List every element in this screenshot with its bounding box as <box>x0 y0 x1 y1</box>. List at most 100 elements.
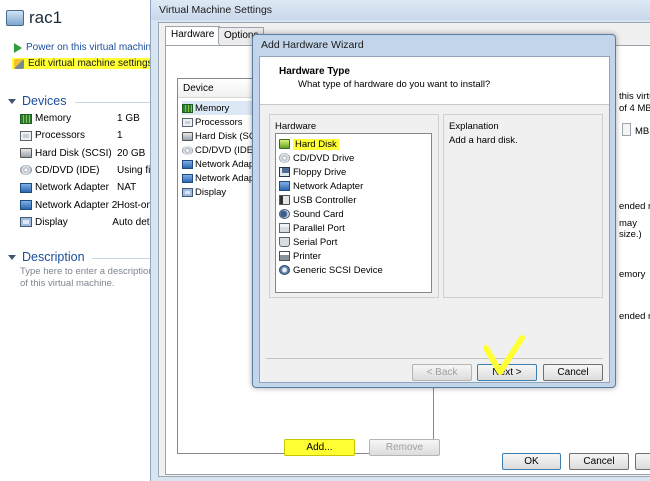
memory-icon <box>182 103 193 113</box>
add-hardware-wizard: Add Hardware Wizard Hardware Type What t… <box>252 34 616 388</box>
cd-dvd-icon <box>20 165 32 176</box>
device-name: Memory <box>35 113 72 124</box>
fragment-text: MB <box>635 126 650 137</box>
devices-section-toggle[interactable]: Devices <box>8 94 66 108</box>
fragment-text: ended me <box>619 201 650 212</box>
device-value: 1 GB <box>117 113 140 124</box>
hardware-item-label: Generic SCSI Device <box>293 264 383 276</box>
edit-settings-command[interactable]: Edit virtual machine settings <box>12 58 155 69</box>
device-row[interactable]: Network Adapter NAT <box>20 179 160 196</box>
fragment-text: of 4 MB <box>619 103 650 114</box>
settings-cancel-label: Cancel <box>583 456 615 467</box>
device-row[interactable]: Processors 1 <box>20 127 160 144</box>
network-icon <box>20 200 32 210</box>
hardware-item[interactable]: CD/DVD Drive <box>279 151 357 165</box>
help-button[interactable] <box>635 453 650 470</box>
device-row[interactable]: Hard Disk (SCSI) 20 GB <box>20 145 160 162</box>
tab-hardware[interactable]: Hardware <box>165 26 221 45</box>
device-row[interactable]: Memory 1 GB <box>20 110 160 127</box>
hardware-item[interactable]: Serial Port <box>279 235 340 249</box>
hardware-type-list[interactable]: Hard Disk CD/DVD Drive Floppy Drive Network… <box>275 133 432 293</box>
size-spinner[interactable] <box>622 123 631 136</box>
collapse-triangle-icon <box>8 254 16 260</box>
back-button-label: < Back <box>426 367 458 378</box>
network-icon <box>20 182 32 193</box>
settings-device-label: Processors <box>195 116 243 128</box>
hardware-item-label: Printer <box>293 250 321 262</box>
hardware-item[interactable]: USB Controller <box>279 193 359 207</box>
network-icon <box>182 173 193 183</box>
serial-port-icon <box>279 237 290 247</box>
hardware-item[interactable]: Sound Card <box>279 207 347 221</box>
ok-button[interactable]: OK <box>502 453 561 470</box>
display-icon <box>20 217 32 228</box>
printer-icon <box>279 251 290 261</box>
scsi-device-icon <box>279 265 290 275</box>
wizard-body: Hardware Type What type of hardware do y… <box>259 56 610 383</box>
description-placeholder[interactable]: Type here to enter a description of this… <box>20 266 160 290</box>
device-name: Hard Disk (SCSI) <box>35 147 112 159</box>
cd-dvd-icon <box>182 145 193 155</box>
hardware-item[interactable]: Hard Disk <box>279 137 342 151</box>
remove-hardware-button[interactable]: Remove <box>369 439 440 456</box>
hardware-item-label: Parallel Port <box>293 222 345 234</box>
wizard-separator <box>266 358 603 359</box>
back-button[interactable]: < Back <box>412 364 472 381</box>
hardware-item[interactable]: Network Adapter <box>279 179 366 193</box>
wizard-cancel-button[interactable]: Cancel <box>543 364 603 381</box>
settings-device-label: Memory <box>195 102 230 114</box>
device-name: Processors <box>35 130 86 142</box>
devices-heading: Devices <box>22 94 67 108</box>
hardware-item[interactable]: Printer <box>279 249 324 263</box>
device-row[interactable]: CD/DVD (IDE) Using file <box>20 162 160 179</box>
explanation-text: Add a hard disk. <box>449 135 518 146</box>
hardware-item[interactable]: Parallel Port <box>279 221 348 235</box>
description-heading: Description <box>22 250 85 264</box>
add-hardware-button[interactable]: Add... <box>284 439 355 456</box>
add-button-label: Add... <box>306 442 333 453</box>
power-on-icon <box>14 42 22 53</box>
device-value: 20 GB <box>117 147 146 159</box>
device-value: NAT <box>117 182 137 194</box>
device-name: Network Adapter <box>35 182 109 194</box>
settings-device-label: CD/DVD (IDE) <box>195 144 257 156</box>
vm-summary-pane: rac1 Power on this virtual machine Edit … <box>0 0 160 481</box>
wizard-banner: Hardware Type What type of hardware do y… <box>260 57 609 105</box>
usb-icon <box>279 195 290 205</box>
settings-cancel-button[interactable]: Cancel <box>569 453 629 470</box>
hardware-item-label: Network Adapter <box>293 180 364 192</box>
vm-icon <box>6 10 24 26</box>
settings-titlebar[interactable]: Virtual Machine Settings <box>151 0 650 20</box>
vm-title: rac1 <box>6 8 62 28</box>
hardware-item[interactable]: Floppy Drive <box>279 165 349 179</box>
hard-disk-icon <box>20 148 32 159</box>
sound-card-icon <box>279 209 290 219</box>
hardware-label: Hardware <box>275 121 317 132</box>
device-row[interactable]: Display Auto detect <box>20 214 160 231</box>
processor-icon <box>182 117 193 127</box>
settings-device-label: Display <box>195 186 227 198</box>
description-section-toggle[interactable]: Description <box>8 250 85 264</box>
device-name: CD/DVD (IDE) <box>35 164 100 176</box>
parallel-port-icon <box>279 223 290 233</box>
hard-disk-icon <box>182 131 193 141</box>
fragment-text: emory <box>619 269 646 280</box>
cd-dvd-icon <box>279 153 290 163</box>
fragment-text: may <box>619 218 637 229</box>
fragment-text: this virtu <box>619 91 650 102</box>
remove-button-label: Remove <box>385 442 424 453</box>
explanation-label: Explanation <box>449 121 499 132</box>
device-row[interactable]: Network Adapter 2 Host-only <box>20 197 160 214</box>
display-icon <box>182 187 193 197</box>
ok-button-label: OK <box>524 456 539 467</box>
edit-settings-icon <box>14 58 24 69</box>
network-icon <box>279 181 290 191</box>
hardware-item-label: Floppy Drive <box>293 166 347 178</box>
processor-icon <box>20 130 32 141</box>
power-on-command[interactable]: Power on this virtual machine <box>14 42 157 53</box>
memory-icon <box>20 113 32 124</box>
collapse-triangle-icon <box>8 98 16 104</box>
devices-divider <box>75 102 160 103</box>
hardware-item[interactable]: Generic SCSI Device <box>279 263 386 277</box>
network-icon <box>182 159 193 169</box>
